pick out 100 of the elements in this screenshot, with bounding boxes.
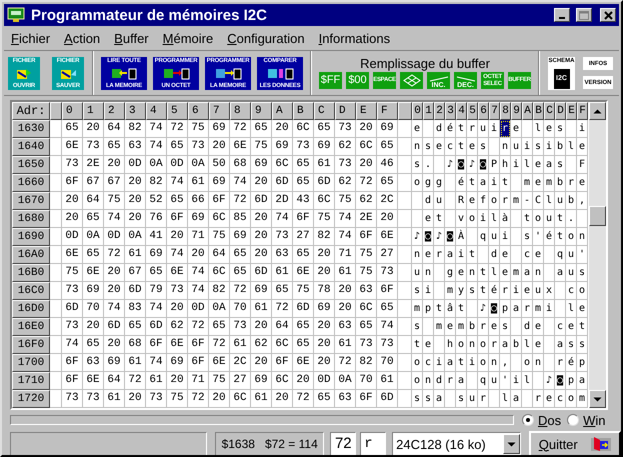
hex-cell[interactable]: 62 xyxy=(356,192,377,210)
ascii-cell[interactable]: e xyxy=(544,120,555,138)
ascii-cell[interactable]: s xyxy=(423,390,434,408)
hex-cell[interactable]: 0A xyxy=(83,228,104,246)
ascii-cell[interactable]: u xyxy=(467,390,478,408)
hex-cell[interactable]: 6E xyxy=(167,336,188,354)
ascii-cell[interactable]: e xyxy=(434,138,445,156)
memory-type-dropdown[interactable]: 24C128 (16 ko) xyxy=(392,432,522,455)
hex-cell[interactable]: 20 xyxy=(167,372,188,390)
hex-cell[interactable]: 62 xyxy=(251,336,272,354)
ascii-cell[interactable]: o xyxy=(577,282,588,300)
hex-cell[interactable]: 73 xyxy=(62,282,83,300)
ascii-cell[interactable]: ◙ xyxy=(489,300,500,318)
hex-cell[interactable]: 20 xyxy=(83,120,104,138)
hex-cell[interactable]: 74 xyxy=(146,120,167,138)
ascii-cell[interactable]: b xyxy=(555,138,566,156)
ascii-cell[interactable]: r xyxy=(489,336,500,354)
hex-cell[interactable]: 65 xyxy=(293,246,314,264)
hex-cell[interactable]: 75 xyxy=(356,264,377,282)
hex-cell[interactable]: 6D xyxy=(125,282,146,300)
ascii-cell[interactable]: ◙ xyxy=(456,156,467,174)
ascii-cell[interactable]: o xyxy=(478,354,489,372)
hex-cell[interactable]: 20 xyxy=(251,210,272,228)
ascii-cell[interactable]: ♪ xyxy=(412,228,423,246)
ascii-cell[interactable]: m xyxy=(577,390,588,408)
ascii-cell[interactable]: o xyxy=(478,336,489,354)
hex-cell[interactable]: 6C xyxy=(356,138,377,156)
ascii-cell[interactable]: a xyxy=(522,264,533,282)
ascii-cell[interactable]: a xyxy=(555,264,566,282)
ascii-cell[interactable]: ' xyxy=(577,246,588,264)
hex-field[interactable]: 72 xyxy=(330,432,356,455)
ascii-cell[interactable]: n xyxy=(412,246,423,264)
hex-cell[interactable]: 52 xyxy=(146,192,167,210)
ascii-cell[interactable]: s xyxy=(478,138,489,156)
hex-cell[interactable]: 6E xyxy=(230,138,251,156)
hex-cell[interactable]: 65 xyxy=(62,120,83,138)
ascii-cell[interactable]: o xyxy=(533,210,544,228)
hex-cell[interactable]: 74 xyxy=(188,264,209,282)
radio-button[interactable] xyxy=(567,414,580,426)
ascii-cell[interactable]: m xyxy=(456,318,467,336)
hex-cell[interactable]: 63 xyxy=(125,138,146,156)
hex-cell[interactable]: 46 xyxy=(377,156,398,174)
hex-cell[interactable]: 61 xyxy=(230,336,251,354)
ascii-cell[interactable]: a xyxy=(544,156,555,174)
hex-cell[interactable]: 72 xyxy=(188,390,209,408)
hex-cell[interactable]: 69 xyxy=(251,372,272,390)
ascii-cell[interactable]: n xyxy=(423,372,434,390)
ascii-cell[interactable]: ' xyxy=(533,228,544,246)
hex-cell[interactable]: 73 xyxy=(62,318,83,336)
hex-cell[interactable]: 75 xyxy=(356,246,377,264)
hex-cell[interactable]: 6E xyxy=(83,264,104,282)
ascii-cell[interactable]: m xyxy=(412,300,423,318)
ascii-cell[interactable]: t xyxy=(467,246,478,264)
hex-cell[interactable]: 82 xyxy=(125,120,146,138)
ascii-cell[interactable]: o xyxy=(467,210,478,228)
ascii-cell[interactable]: ◙ xyxy=(478,156,489,174)
hex-cell[interactable]: 69 xyxy=(188,210,209,228)
ascii-cell[interactable]: t xyxy=(456,138,467,156)
hex-cell[interactable]: 61 xyxy=(377,372,398,390)
ascii-cell[interactable]: m xyxy=(511,264,522,282)
hex-cell[interactable]: 20 xyxy=(335,300,356,318)
hex-cell[interactable]: 69 xyxy=(377,120,398,138)
ascii-cell[interactable]: e xyxy=(533,174,544,192)
ascii-cell[interactable]: t xyxy=(555,210,566,228)
hex-cell[interactable]: 0D xyxy=(314,372,335,390)
hex-cell[interactable]: 74 xyxy=(146,138,167,156)
ascii-cell[interactable]: a xyxy=(511,390,522,408)
hex-cell[interactable]: 6D xyxy=(272,174,293,192)
ascii-cell[interactable]: r xyxy=(522,300,533,318)
hex-cell[interactable]: 74 xyxy=(230,174,251,192)
ascii-cell[interactable]: à xyxy=(500,210,511,228)
ascii-cell[interactable]: l xyxy=(566,138,577,156)
ascii-cell[interactable]: i xyxy=(544,300,555,318)
hex-cell[interactable]: 73 xyxy=(356,336,377,354)
ascii-cell[interactable]: v xyxy=(456,210,467,228)
hex-cell[interactable]: 69 xyxy=(83,282,104,300)
ascii-cell[interactable]: n xyxy=(533,264,544,282)
scroll-up-button[interactable] xyxy=(589,102,606,120)
ascii-cell[interactable]: d xyxy=(434,372,445,390)
ascii-cell[interactable]: u xyxy=(566,246,577,264)
ascii-cell[interactable]: p xyxy=(423,300,434,318)
hex-cell[interactable]: 75 xyxy=(188,120,209,138)
hex-cell[interactable]: 83 xyxy=(125,300,146,318)
hex-cell[interactable]: 65 xyxy=(83,246,104,264)
ascii-cell[interactable]: l xyxy=(489,210,500,228)
ascii-cell[interactable]: e xyxy=(577,300,588,318)
ascii-cell[interactable] xyxy=(522,120,533,138)
ascii-cell[interactable]: . xyxy=(566,210,577,228)
ascii-cell[interactable] xyxy=(566,120,577,138)
ascii-cell[interactable]: r xyxy=(500,192,511,210)
ascii-cell[interactable]: u xyxy=(478,120,489,138)
hex-cell[interactable]: 20 xyxy=(209,138,230,156)
ascii-cell[interactable]: m xyxy=(522,174,533,192)
ascii-cell[interactable]: e xyxy=(533,156,544,174)
hex-cell[interactable]: 75 xyxy=(335,192,356,210)
hex-cell[interactable]: 71 xyxy=(188,228,209,246)
ascii-cell[interactable]: e xyxy=(533,318,544,336)
hex-cell[interactable]: 64 xyxy=(272,318,293,336)
ascii-cell[interactable]: a xyxy=(577,372,588,390)
ascii-cell[interactable]: r xyxy=(478,318,489,336)
